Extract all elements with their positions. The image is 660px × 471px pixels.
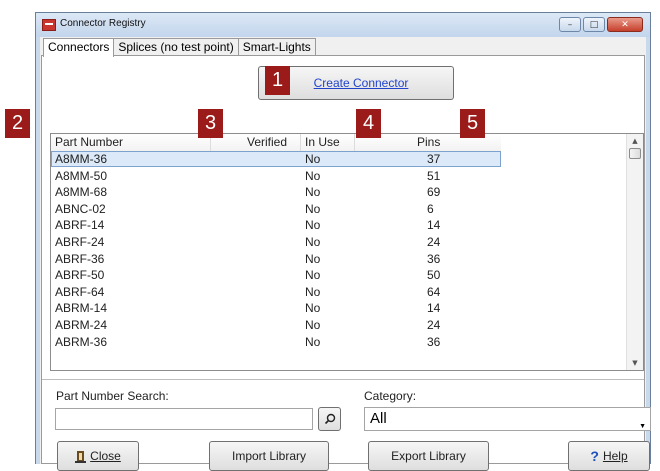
cell-pins: 64: [427, 284, 441, 299]
category-select[interactable]: All ▼: [364, 407, 651, 431]
cell-part-number: A8MM-50: [55, 168, 108, 183]
create-connector-label: Create Connector: [313, 76, 409, 90]
callout-marker-3: 3: [198, 109, 223, 138]
cell-in-use: No: [305, 235, 321, 249]
close-label: Close: [90, 449, 121, 463]
callout-marker-5: 5: [460, 109, 485, 138]
cell-in-use: No: [305, 318, 321, 332]
part-number-search-input[interactable]: [55, 408, 313, 430]
cell-pins: 69: [427, 185, 441, 200]
scroll-thumb[interactable]: [629, 148, 641, 159]
cell-pins: 50: [427, 268, 441, 283]
chevron-down-icon: ▼: [639, 423, 646, 430]
window-title: Connector Registry: [60, 18, 146, 29]
cell-pins: 14: [427, 301, 441, 316]
cell-part-number: ABRF-64: [55, 284, 105, 299]
cell-pins: 51: [427, 168, 441, 183]
cell-part-number: ABNC-02: [55, 201, 106, 216]
table-row[interactable]: ABRM-14 No 14: [51, 300, 501, 316]
table-header: Part Number Verified In Use Pins: [51, 134, 501, 152]
exit-icon: [75, 450, 87, 463]
category-label: Category:: [364, 389, 417, 403]
cell-part-number: ABRF-24: [55, 235, 105, 249]
category-value: All: [370, 410, 387, 427]
callout-marker-1: 1: [265, 66, 290, 95]
cell-pins: 37: [427, 152, 441, 166]
help-icon: ?: [590, 448, 599, 464]
cell-pins: 36: [427, 251, 441, 266]
cell-part-number: A8MM-36: [55, 152, 108, 166]
col-in-use[interactable]: In Use: [301, 134, 355, 151]
help-button[interactable]: ? Help: [568, 441, 650, 471]
col-part-number[interactable]: Part Number: [51, 134, 211, 151]
callout-marker-4: 4: [356, 109, 381, 138]
connectors-panel: Create Connector Part Number Verified In…: [41, 55, 651, 471]
cell-part-number: ABRF-14: [55, 218, 105, 233]
scroll-up-icon[interactable]: ▲: [627, 134, 643, 148]
app-icon: [42, 19, 56, 31]
table-row[interactable]: ABRF-24 No 24: [51, 234, 501, 250]
cell-in-use: No: [305, 301, 321, 316]
table-row[interactable]: A8MM-68 No 69: [51, 184, 501, 200]
search-button[interactable]: [318, 407, 341, 431]
cell-pins: 24: [427, 318, 441, 332]
client-area: Connectors Splices (no test point) Smart…: [40, 37, 651, 471]
cell-part-number: ABRM-14: [55, 301, 108, 316]
cell-in-use: No: [305, 152, 321, 166]
connector-registry-window: Connector Registry – □ ✕ Connectors Spli…: [35, 12, 651, 471]
close-window-button[interactable]: ✕: [607, 17, 643, 32]
tab-strip: Connectors Splices (no test point) Smart…: [43, 38, 316, 57]
cell-in-use: No: [305, 268, 321, 283]
cell-in-use: No: [305, 218, 321, 233]
cell-pins: 14: [427, 218, 441, 233]
cell-in-use: No: [305, 284, 321, 299]
cell-part-number: ABRF-50: [55, 268, 105, 283]
table-row[interactable]: ABRM-36 No 36: [51, 334, 501, 350]
caption-buttons: – □ ✕: [559, 17, 643, 32]
vertical-scrollbar[interactable]: ▲ ▼: [626, 134, 643, 370]
table-row[interactable]: ABRF-14 No 14: [51, 217, 501, 233]
cell-in-use: No: [305, 168, 321, 183]
close-button[interactable]: Close: [57, 441, 139, 471]
cell-in-use: No: [305, 185, 321, 200]
import-library-button[interactable]: Import Library: [209, 441, 329, 471]
minimize-button[interactable]: –: [559, 17, 581, 32]
part-number-search-label: Part Number Search:: [56, 389, 169, 403]
cell-in-use: No: [305, 251, 321, 266]
cell-pins: 6: [427, 201, 434, 216]
cell-in-use: No: [305, 334, 321, 349]
cell-pins: 36: [427, 334, 441, 349]
table-row[interactable]: A8MM-50 No 51: [51, 168, 501, 184]
callout-marker-2: 2: [5, 109, 30, 138]
cell-part-number: ABRF-36: [55, 251, 105, 266]
col-verified[interactable]: Verified: [211, 134, 301, 151]
scroll-down-icon[interactable]: ▼: [627, 356, 643, 370]
table-row[interactable]: ABRM-24 No 24: [51, 317, 501, 333]
table-row[interactable]: ABRF-36 No 36: [51, 251, 501, 267]
maximize-button[interactable]: □: [583, 17, 605, 32]
cell-in-use: No: [305, 201, 321, 216]
connector-table: Part Number Verified In Use Pins A8MM-36…: [50, 133, 644, 371]
search-icon: [324, 413, 335, 425]
export-library-button[interactable]: Export Library: [368, 441, 489, 471]
table-row[interactable]: ABNC-02 No 6: [51, 201, 501, 217]
tab-connectors[interactable]: Connectors: [43, 38, 115, 57]
table-row[interactable]: A8MM-36 No 37: [51, 151, 501, 167]
divider: [42, 379, 644, 380]
table-row[interactable]: ABRF-64 No 64: [51, 284, 501, 300]
help-label: Help: [602, 449, 628, 463]
tab-smart-lights[interactable]: Smart-Lights: [237, 38, 316, 56]
cell-part-number: ABRM-36: [55, 334, 108, 349]
table-row[interactable]: ABRF-50 No 50: [51, 267, 501, 283]
tab-splices[interactable]: Splices (no test point): [113, 38, 239, 56]
cell-pins: 24: [427, 235, 441, 249]
title-bar[interactable]: Connector Registry – □ ✕: [36, 13, 650, 37]
cell-part-number: ABRM-24: [55, 318, 108, 332]
cell-part-number: A8MM-68: [55, 185, 108, 200]
